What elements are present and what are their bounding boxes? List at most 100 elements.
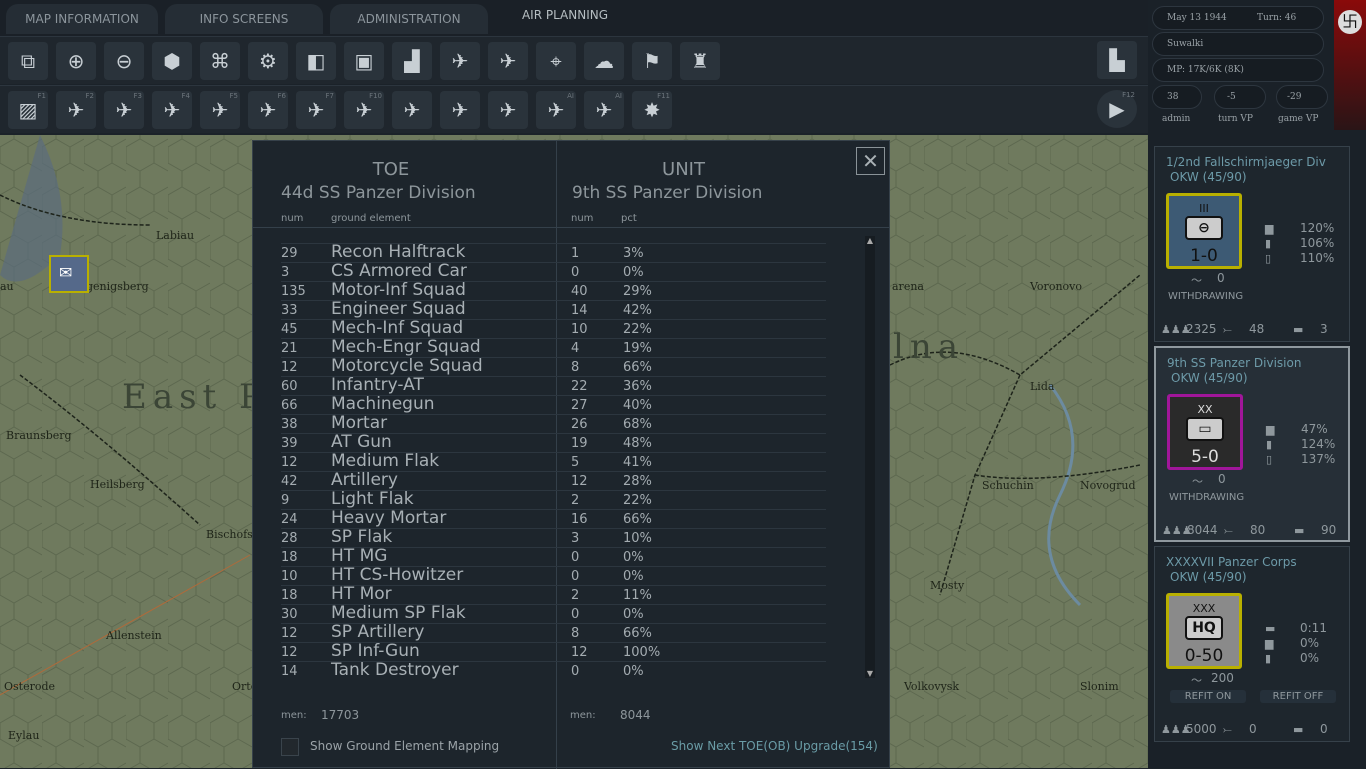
col-num: num [281,213,304,224]
unit-counter[interactable]: III ⊖ 1-0 [1166,193,1242,269]
tab-air-planning[interactable]: AIR PLANNING [495,0,635,30]
weather-icon: ☁ [594,49,614,73]
air-base-button[interactable]: ✈ [440,91,480,129]
units-building-button[interactable]: ♜ [680,42,720,80]
unit-card[interactable]: XXXXVII Panzer Corps OKW (45/90) XXX HQ 0-50… [1154,546,1350,742]
element-name: Infantry-AT [331,375,424,395]
mp-display: MP: 17K/6K (8K) [1152,58,1324,82]
air-signal-button[interactable]: ✈ [440,42,480,80]
unit-counter[interactable]: XXX HQ 0-50 [1166,593,1242,669]
close-button[interactable]: ✕ [856,147,885,175]
toe-num: 12 [281,645,298,660]
unit-blocks-button[interactable]: ▙ [1097,41,1137,79]
unit-num: 14 [571,303,588,318]
stat-value: 47% [1301,422,1328,436]
weather-button[interactable]: ☁ [584,42,624,80]
unit-pct: 66% [623,626,652,641]
refit-on-button[interactable]: REFIT ON [1170,690,1246,703]
air-escort-button[interactable]: ✈ [488,91,528,129]
air-recon-button[interactable]: ✈ F5 [200,91,240,129]
unit-stack-button[interactable]: ◧ [296,42,336,80]
col-ground-element: ground element [331,213,411,224]
toe-num: 10 [281,569,298,584]
stat-value: 124% [1301,437,1336,451]
scrollbar[interactable]: ▲ ▼ [865,236,875,678]
zoom-out-button[interactable]: ⊖ [104,42,144,80]
air-ground-button[interactable]: ✈ F2 [56,91,96,129]
tab-info-screens[interactable]: INFO SCREENS [165,4,323,34]
unit-type-symbol: ⊖ [1185,216,1223,240]
air-signal-icon: ✈ [451,49,469,73]
naval-air-button[interactable]: ✈ F7 [296,91,336,129]
unit-num: 8 [571,360,580,375]
unit-card[interactable]: 1/2nd Fallschirmjaeger Div OKW (45/90) III… [1154,146,1350,342]
map-label: Heilsberg [90,478,145,491]
scroll-down-icon[interactable]: ▼ [865,669,875,678]
tab-map-information[interactable]: MAP INFORMATION [6,4,158,34]
unit-pct: 22% [623,493,652,508]
tank-count: 0 [1320,722,1328,736]
scroll-up-icon[interactable]: ▲ [865,236,875,245]
refit-off-button[interactable]: REFIT OFF [1260,690,1336,703]
explosion-button[interactable]: ✸ F11 [632,91,672,129]
supply-button[interactable]: ⌘ [200,42,240,80]
gun-count: 80 [1250,523,1266,537]
hotkey-label: AI [567,92,574,100]
table-row: 3 CS Armored Car 0 0% [281,261,826,281]
top-tabs: MAP INFORMATION INFO SCREENS ADMINISTRAT… [0,0,1148,36]
flag-button[interactable]: ⚑ [632,42,672,80]
table-row: 30 Medium SP Flak 0 0% [281,603,826,623]
element-name: CS Armored Car [331,261,467,281]
unit-pct: 0% [623,607,644,622]
toe-num: 38 [281,417,298,432]
air-superiority-button[interactable]: ✈ F6 [248,91,288,129]
display-button[interactable]: ▣ [344,42,384,80]
air-ai-strike-button[interactable]: ✈ AI [536,91,576,129]
unit-blocks-icon: ▙ [1109,48,1125,72]
overlay-button[interactable]: ⧉ [8,42,48,80]
unit-card[interactable]: 9th SS Panzer Division OKW (45/90) XX ▭ 5-0 ▆… [1154,346,1350,542]
air-transfer-button[interactable]: ✈ F10 [344,91,384,129]
unit-card-owner: OKW (45/90) [1170,170,1247,184]
factory-button[interactable]: ▟ [392,42,432,80]
show-next-toe-upgrade-link[interactable]: Show Next TOE(OB) Upgrade(154) [671,739,878,753]
element-name: SP Flak [331,527,393,547]
zoom-in-icon: ⊕ [67,49,85,73]
air-bars-button[interactable]: ✈ [488,42,528,80]
toe-unit-name: 44d SS Panzer Division [281,183,476,203]
hex-button[interactable]: ⬢ [152,42,192,80]
map-label: Voronovo [1030,280,1082,293]
tab-administration[interactable]: ADMINISTRATION [330,4,488,34]
zoom-in-button[interactable]: ⊕ [56,42,96,80]
element-name: SP Artillery [331,622,425,642]
map-unit-counter[interactable]: ✉ [49,255,89,293]
air-city-button[interactable]: ✈ F4 [152,91,192,129]
table-row: 60 Infantry-AT 22 36% [281,375,826,395]
turn-vp-value: -5 [1214,85,1266,109]
unit-status: WITHDRAWING [1169,492,1245,503]
air-intercept-icon: ✈ [403,98,421,122]
hotkey-label: F6 [277,92,286,100]
table-row: 42 Artillery 12 28% [281,470,826,490]
unit-card-name: 9th SS Panzer Division [1167,356,1302,370]
unit-strength: 5-0 [1191,447,1219,467]
stat-value: 0% [1300,651,1320,665]
air-target-icon: ⌖ [550,49,562,73]
air-strike-button[interactable]: ✈ F3 [104,91,144,129]
ground-element-mapping-checkbox[interactable] [281,738,299,756]
toe-num: 45 [281,322,298,337]
air-ai-button[interactable]: ✈ AI [584,91,624,129]
unit-counter[interactable]: XX ▭ 5-0 [1167,394,1243,470]
air-target-button[interactable]: ⌖ [536,42,576,80]
faction-emblem-icon: 卐 [1338,10,1362,34]
next-button[interactable]: ▶ F12 [1097,90,1137,128]
infantry-icon: ✉ [59,263,73,282]
settings-button[interactable]: ⚙ [248,42,288,80]
unit-name: 9th SS Panzer Division [572,183,763,203]
air-intercept-button[interactable]: ✈ [392,91,432,129]
tank-icon: ▬ [1293,723,1304,736]
unit-type-symbol: HQ [1185,616,1223,640]
ground-hatch-button[interactable]: ▨ F1 [8,91,48,129]
toe-dialog: TOE 44d SS Panzer Division UNIT 9th SS P… [252,140,890,769]
unit-card-owner: OKW (45/90) [1170,570,1247,584]
